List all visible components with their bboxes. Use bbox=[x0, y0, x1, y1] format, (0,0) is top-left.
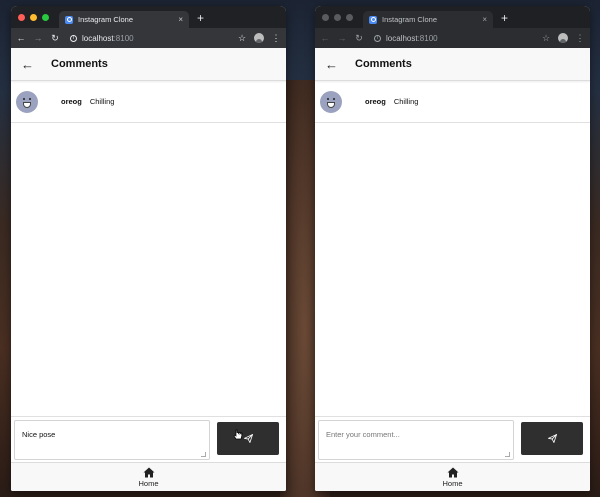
window-controls bbox=[11, 14, 49, 28]
tab-strip: Instagram Clone × + bbox=[315, 6, 590, 28]
home-icon bbox=[143, 467, 154, 477]
page-title: Comments bbox=[51, 58, 108, 70]
paper-plane-icon bbox=[243, 434, 253, 443]
comment-input[interactable] bbox=[14, 420, 210, 460]
comment-input[interactable] bbox=[318, 420, 514, 460]
app-header: ← Comments bbox=[11, 48, 286, 81]
profile-avatar-icon[interactable] bbox=[254, 33, 264, 43]
send-comment-button[interactable] bbox=[217, 422, 279, 455]
kebab-menu-icon[interactable]: ⋮ bbox=[575, 33, 585, 44]
browser-window-right: Instagram Clone × + ← → ↻ i localhost:81… bbox=[315, 6, 590, 491]
favicon-icon bbox=[369, 15, 377, 24]
forward-nav-icon[interactable]: → bbox=[337, 33, 347, 43]
comment-username[interactable]: oreog bbox=[61, 97, 82, 106]
comment-compose-bar bbox=[11, 416, 286, 462]
reload-icon[interactable]: ↻ bbox=[354, 33, 364, 44]
arrow-left-icon[interactable]: ← bbox=[21, 57, 34, 72]
home-icon bbox=[447, 467, 458, 477]
resize-grip-icon[interactable] bbox=[201, 452, 206, 457]
address-bar: ← → ↻ i localhost:8100 ☆ ⋮ bbox=[315, 28, 590, 48]
minimize-window-button[interactable] bbox=[334, 14, 341, 21]
info-icon[interactable]: i bbox=[374, 34, 381, 42]
tab-home[interactable]: Home bbox=[11, 462, 286, 491]
url-field[interactable]: i localhost:8100 bbox=[67, 34, 230, 43]
maximize-window-button[interactable] bbox=[346, 14, 353, 21]
url-host: localhost bbox=[82, 33, 114, 43]
profile-avatar-icon[interactable] bbox=[558, 33, 568, 43]
mouse-pointer-icon bbox=[233, 429, 243, 440]
star-icon[interactable]: ☆ bbox=[541, 33, 551, 44]
info-icon[interactable]: i bbox=[70, 34, 77, 42]
tab-home[interactable]: Home bbox=[315, 462, 590, 491]
page-title: Comments bbox=[355, 58, 412, 70]
tab-close-icon[interactable]: × bbox=[178, 15, 183, 24]
comment-compose-bar bbox=[315, 416, 590, 462]
send-comment-button[interactable] bbox=[521, 422, 583, 455]
url-host: localhost bbox=[386, 33, 418, 43]
tab-strip: Instagram Clone × + bbox=[11, 6, 286, 28]
avatar bbox=[16, 90, 38, 113]
comment-username[interactable]: oreog bbox=[365, 97, 386, 106]
forward-nav-icon[interactable]: → bbox=[33, 33, 43, 43]
window-controls bbox=[315, 14, 353, 28]
comment-text: Chilling bbox=[89, 97, 115, 106]
resize-grip-icon[interactable] bbox=[505, 452, 510, 457]
arrow-left-icon[interactable]: ← bbox=[325, 57, 338, 72]
comment-item: oreog Chilling bbox=[315, 81, 590, 123]
tab-title: Instagram Clone bbox=[78, 15, 134, 24]
kebab-menu-icon[interactable]: ⋮ bbox=[271, 33, 281, 44]
browser-tab[interactable]: Instagram Clone × bbox=[59, 11, 189, 28]
app-header: ← Comments bbox=[315, 48, 590, 81]
favicon-icon bbox=[65, 15, 73, 24]
comment-text: Chilling bbox=[393, 97, 419, 106]
paper-plane-icon bbox=[547, 434, 557, 443]
tab-home-label: Home bbox=[442, 478, 463, 488]
reload-icon[interactable]: ↻ bbox=[50, 33, 60, 44]
tab-title: Instagram Clone bbox=[382, 15, 438, 24]
url-port: :8100 bbox=[113, 33, 134, 43]
new-tab-button[interactable]: + bbox=[197, 11, 204, 25]
app-viewport: ← Comments oreog Chilling bbox=[11, 48, 286, 491]
app-viewport: ← Comments oreog Chilling bbox=[315, 48, 590, 491]
back-nav-icon[interactable]: ← bbox=[320, 33, 330, 43]
address-bar: ← → ↻ i localhost:8100 ☆ ⋮ bbox=[11, 28, 286, 48]
close-window-button[interactable] bbox=[322, 14, 329, 21]
star-icon[interactable]: ☆ bbox=[237, 33, 247, 44]
minimize-window-button[interactable] bbox=[30, 14, 37, 21]
avatar bbox=[320, 90, 342, 113]
tab-close-icon[interactable]: × bbox=[482, 15, 487, 24]
browser-window-left: Instagram Clone × + ← → ↻ i localhost:81… bbox=[11, 6, 286, 491]
comment-item: oreog Chilling bbox=[11, 81, 286, 123]
new-tab-button[interactable]: + bbox=[501, 11, 508, 25]
close-window-button[interactable] bbox=[18, 14, 25, 21]
tab-home-label: Home bbox=[138, 478, 159, 488]
back-nav-icon[interactable]: ← bbox=[16, 33, 26, 43]
maximize-window-button[interactable] bbox=[42, 14, 49, 21]
url-port: :8100 bbox=[417, 33, 438, 43]
browser-tab[interactable]: Instagram Clone × bbox=[363, 11, 493, 28]
url-field[interactable]: i localhost:8100 bbox=[371, 34, 534, 43]
